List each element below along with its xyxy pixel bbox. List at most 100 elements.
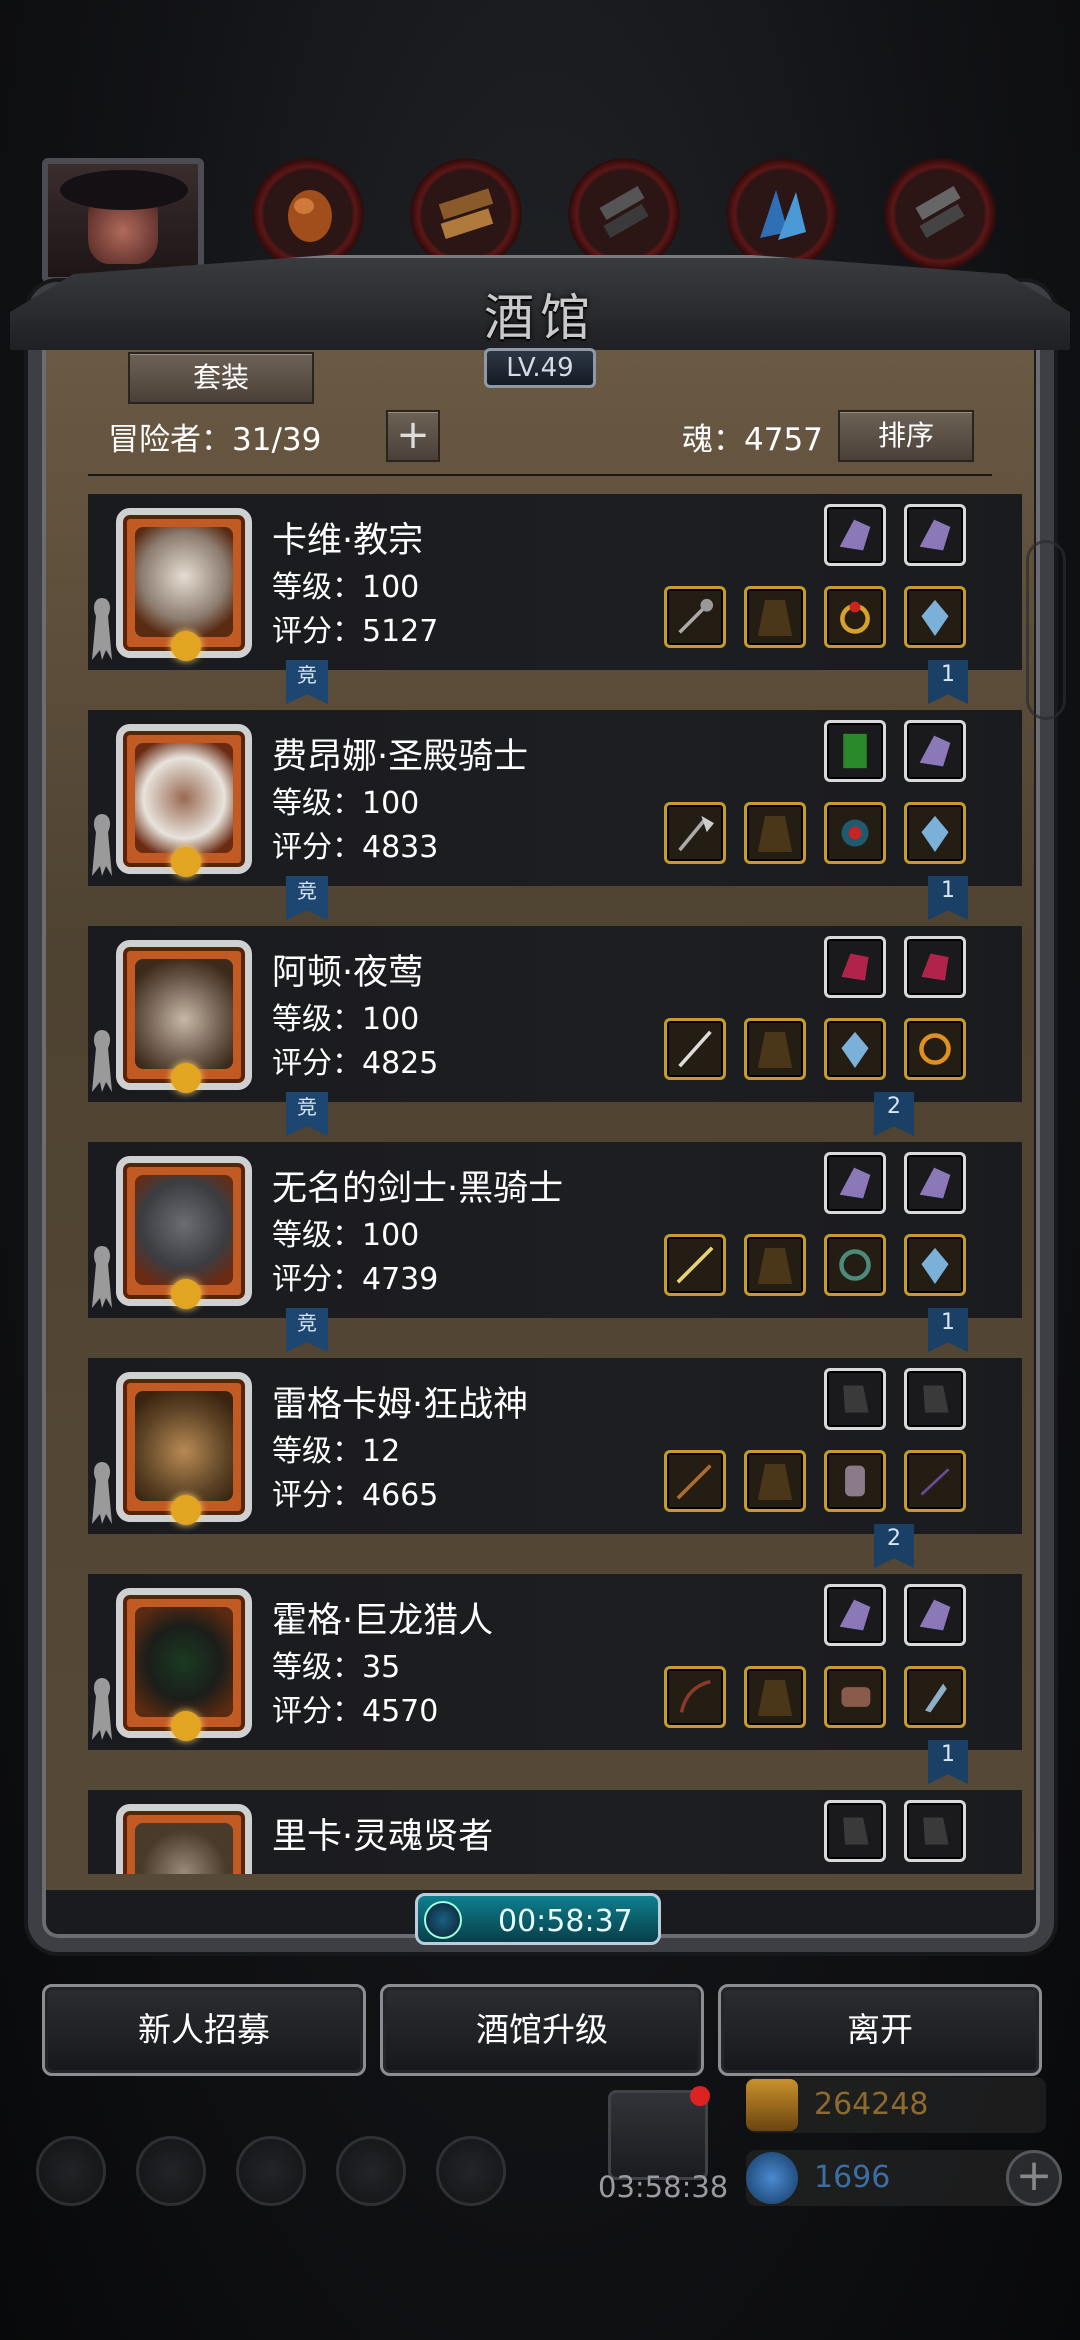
wood-material-tab[interactable]: [410, 158, 522, 270]
robe-icon: [757, 815, 793, 852]
gem-slot[interactable]: [824, 1152, 886, 1214]
team-tag: 2: [874, 1092, 914, 1136]
armor-slot[interactable]: [744, 802, 806, 864]
ring-icon: [919, 1033, 951, 1065]
weapon-slot[interactable]: [664, 1666, 726, 1728]
hero-score: 评分：5127: [272, 614, 439, 649]
hero-image: [135, 1823, 233, 1874]
gem-slot[interactable]: [904, 1368, 966, 1430]
spirit-icon: [92, 814, 112, 876]
achievement-icon[interactable]: [136, 2136, 206, 2206]
add-gems-button[interactable]: +: [1006, 2150, 1062, 2206]
weapon-slot[interactable]: [664, 586, 726, 648]
hero-portrait[interactable]: [116, 1804, 252, 1874]
mace-icon: [678, 598, 714, 634]
hero-row[interactable]: 无名的剑士·黑骑士 等级：100 评分：4739 竞 1: [88, 1142, 1022, 1352]
mail-icon[interactable]: [336, 2136, 406, 2206]
team-tag: 1: [928, 1308, 968, 1352]
armor-slot[interactable]: [744, 1018, 806, 1080]
leather-material-tab[interactable]: [252, 158, 364, 270]
hero-row[interactable]: 费昂娜·圣殿骑士 等级：100 评分：4833 竞 1: [88, 710, 1022, 920]
gem-slot[interactable]: [904, 1800, 966, 1862]
accessory-slot[interactable]: [824, 1450, 886, 1512]
upgrade-tavern-button[interactable]: 酒馆升级: [380, 1984, 704, 2076]
accessory-slot[interactable]: [904, 586, 966, 648]
hero-portrait[interactable]: [116, 724, 252, 877]
hero-portrait[interactable]: [116, 1372, 252, 1525]
amethyst-icon: [839, 1167, 871, 1199]
robe-icon: [757, 599, 793, 636]
hero-row[interactable]: 里卡·灵魂贤者: [88, 1790, 1022, 1874]
hero-image: [135, 1391, 233, 1501]
hero-row[interactable]: 阿顿·夜莺 等级：100 评分：4825 竞 2: [88, 926, 1022, 1136]
hero-name: 无名的剑士·黑骑士: [272, 1169, 564, 1209]
hero-row[interactable]: 卡维·教宗 等级：100 评分：5127 竞 1: [88, 494, 1022, 704]
weapon-slot[interactable]: [664, 802, 726, 864]
gem-slot[interactable]: [824, 1368, 886, 1430]
gem-slot[interactable]: [904, 1152, 966, 1214]
leave-button[interactable]: 离开: [718, 1984, 1042, 2076]
accessory-slot[interactable]: [824, 586, 886, 648]
weapon-slot[interactable]: [664, 1234, 726, 1296]
shop-icon[interactable]: [436, 2136, 506, 2206]
hero-portrait[interactable]: [116, 1156, 252, 1309]
armor-slot[interactable]: [744, 1234, 806, 1296]
iron-material-tab[interactable]: [568, 158, 680, 270]
recruit-button[interactable]: 新人招募: [42, 1984, 366, 2076]
hero-row[interactable]: 霍格·巨龙猎人 等级：35 评分：4570 1: [88, 1574, 1022, 1784]
amethyst-icon: [919, 1167, 951, 1199]
set-button[interactable]: 套装: [128, 352, 314, 404]
hero-level: 等级：100: [272, 1218, 420, 1253]
sort-button[interactable]: 排序: [838, 410, 974, 462]
hero-row[interactable]: 雷格卡姆·狂战神 等级：12 评分：4665 2: [88, 1358, 1022, 1568]
gem-slot[interactable]: [824, 936, 886, 998]
settings-icon[interactable]: [36, 2136, 106, 2206]
accessory-slot[interactable]: [904, 1666, 966, 1728]
hero-portrait[interactable]: [116, 940, 252, 1093]
accessory-slot[interactable]: [824, 1018, 886, 1080]
accessory-slot[interactable]: [904, 1450, 966, 1512]
weapon-slot[interactable]: [664, 1450, 726, 1512]
gem-slot[interactable]: [824, 504, 886, 566]
timer-text: 00:58:37: [498, 1904, 633, 1939]
iron-ingot-icon: [599, 185, 649, 239]
arena-tag: 竞: [286, 876, 328, 920]
codex-icon[interactable]: [236, 2136, 306, 2206]
gem-slot[interactable]: [824, 1800, 886, 1862]
hero-portrait[interactable]: [116, 1588, 252, 1741]
gauntlet-icon: [843, 1817, 869, 1845]
hero-avatar-tab[interactable]: [42, 158, 204, 283]
accessory-slot[interactable]: [824, 1666, 886, 1728]
accessory-slot[interactable]: [904, 1018, 966, 1080]
team-tag: 1: [928, 660, 968, 704]
gauntlet-icon: [923, 1385, 949, 1413]
hero-score: 评分：4570: [272, 1694, 439, 1729]
gem-slot[interactable]: [904, 936, 966, 998]
hero-portrait[interactable]: [116, 508, 252, 661]
accessory-slot[interactable]: [824, 1234, 886, 1296]
add-slot-button[interactable]: +: [386, 410, 440, 462]
hero-name: 阿顿·夜莺: [272, 953, 424, 993]
armor-slot[interactable]: [744, 1450, 806, 1512]
weapon-slot[interactable]: [664, 1018, 726, 1080]
bow-icon: [679, 1679, 711, 1713]
gem-slot[interactable]: [904, 504, 966, 566]
gem-amulet-icon: [841, 819, 869, 847]
accessory-slot[interactable]: [904, 802, 966, 864]
armor-slot[interactable]: [744, 586, 806, 648]
gem-slot[interactable]: [824, 720, 886, 782]
gem-slot[interactable]: [904, 720, 966, 782]
spirit-icon: [92, 1462, 112, 1524]
gauntlet-icon: [923, 1817, 949, 1845]
accessory-slot[interactable]: [904, 1234, 966, 1296]
armor-slot[interactable]: [744, 1666, 806, 1728]
hero-list[interactable]: 卡维·教宗 等级：100 评分：5127 竞 1 费昂娜·圣殿骑士 等级：100…: [88, 494, 1022, 1874]
wand-icon: [920, 1468, 950, 1496]
jade-ring-icon: [839, 1249, 871, 1281]
accessory-slot[interactable]: [824, 802, 886, 864]
steel-material-tab[interactable]: [884, 158, 996, 270]
gem-slot[interactable]: [904, 1584, 966, 1646]
crystal-material-tab[interactable]: [726, 158, 838, 270]
hero-name: 雷格卡姆·狂战神: [272, 1385, 529, 1425]
gem-slot[interactable]: [824, 1584, 886, 1646]
